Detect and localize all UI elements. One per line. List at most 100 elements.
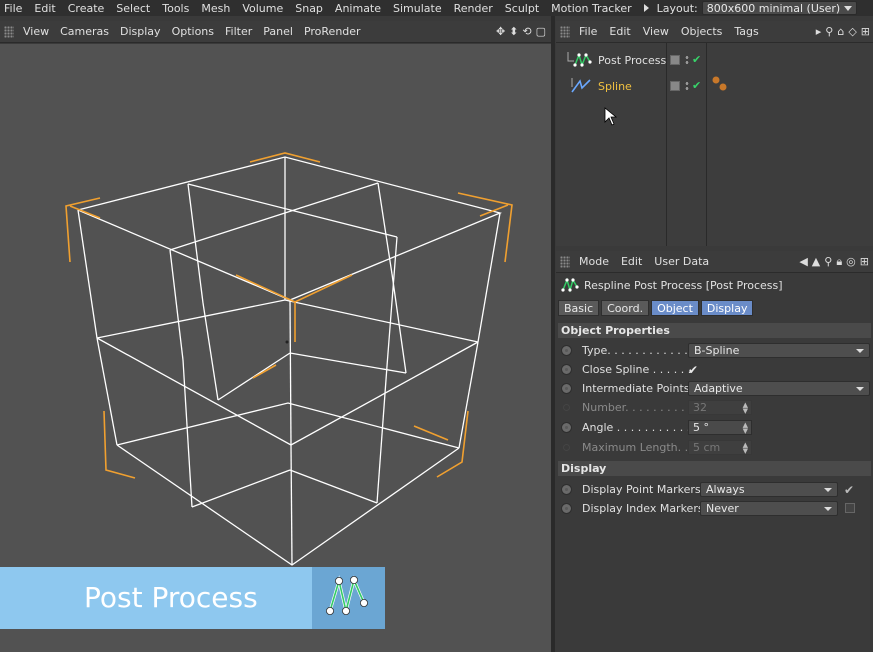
menu-file[interactable]: File (0, 2, 30, 15)
panel-grip-icon[interactable] (560, 25, 570, 38)
menu-mesh[interactable]: Mesh (197, 2, 238, 15)
om-menu-file[interactable]: File (574, 25, 604, 38)
layout-label: Layout: (656, 1, 698, 15)
menu-render[interactable]: Render (450, 2, 501, 15)
menu-select[interactable]: Select (112, 2, 158, 15)
spinner-icon[interactable]: ▲ ▼ (743, 422, 748, 435)
up-arrow-icon[interactable]: ▲ (812, 255, 820, 269)
viewport-menu-display[interactable]: Display (115, 25, 167, 38)
type-dropdown[interactable]: B-Spline (688, 343, 870, 358)
menu-edit[interactable]: Edit (30, 2, 63, 15)
field-value: 5 ° (693, 421, 709, 434)
index-markers-dropdown[interactable]: Never (700, 501, 838, 516)
field-value: 5 cm (693, 441, 721, 454)
menu-animate[interactable]: Animate (331, 2, 389, 15)
am-menu-user-data[interactable]: User Data (649, 255, 716, 268)
intermediate-points-dropdown[interactable]: Adaptive (688, 381, 870, 396)
prop-label: Close Spline . . . . . . (582, 363, 692, 376)
prop-label: Type. . . . . . . . . . . . . . (582, 344, 702, 357)
animation-radio[interactable] (561, 383, 572, 394)
tag-spheres-icon[interactable] (710, 74, 730, 94)
panel-grip-icon[interactable] (4, 25, 14, 38)
spline-banner-icon (312, 567, 385, 629)
enabled-check-icon[interactable]: ✔ (692, 79, 701, 92)
am-menu-edit[interactable]: Edit (616, 255, 649, 268)
tab-basic[interactable]: Basic (558, 300, 600, 316)
om-menu-objects[interactable]: Objects (676, 25, 730, 38)
toggle-view-icon[interactable]: ▢ (536, 25, 546, 38)
banner-title: Post Process (84, 581, 258, 614)
angle-field[interactable]: 5 ° ▲ ▼ (688, 420, 752, 435)
prop-label: Number. . . . . . . . . . (582, 401, 692, 414)
dropdown-value: Never (706, 502, 739, 515)
prop-label: Maximum Length. . . (582, 441, 696, 454)
menu-volume[interactable]: Volume (238, 2, 291, 15)
home-icon[interactable]: ⌂ (837, 25, 844, 38)
viewport-menu-options[interactable]: Options (167, 25, 220, 38)
animation-radio[interactable] (561, 484, 572, 495)
viewport-menu-prorender[interactable]: ProRender (299, 25, 367, 38)
viewport-menu-cameras[interactable]: Cameras (55, 25, 115, 38)
viewport-menu-view[interactable]: View (18, 25, 55, 38)
nav-arrows-icon[interactable]: ◇ (848, 25, 856, 38)
tab-object[interactable]: Object (651, 300, 699, 316)
layout-select[interactable]: 800x600 minimal (User) (701, 1, 857, 15)
render-editor-dots-icon[interactable] (685, 81, 689, 91)
animation-radio[interactable] (561, 422, 572, 433)
menu-simulate[interactable]: Simulate (389, 2, 450, 15)
om-menu-tags[interactable]: Tags (729, 25, 765, 38)
tab-display[interactable]: Display (700, 300, 754, 316)
prop-label: Display Index Markers (582, 502, 704, 515)
menu-motion-tracker[interactable]: Motion Tracker (547, 2, 639, 15)
object-row-post-process[interactable]: Post Process ✔ (556, 47, 873, 73)
lock-icon[interactable]: 🔒︎ (836, 255, 842, 269)
menu-overflow-arrow-icon[interactable] (643, 4, 649, 12)
chevron-down-icon (843, 6, 852, 11)
viewport-menu-panel[interactable]: Panel (258, 25, 299, 38)
point-markers-checkbox[interactable]: ✔ (844, 483, 854, 497)
3d-viewport[interactable]: Post Process (0, 44, 551, 652)
menu-tools[interactable]: Tools (158, 2, 197, 15)
om-menu-edit[interactable]: Edit (604, 25, 637, 38)
animation-radio[interactable] (561, 345, 572, 356)
point-markers-dropdown[interactable]: Always (700, 482, 838, 497)
chevron-down-icon (824, 507, 832, 511)
panel-grip-icon[interactable] (560, 255, 570, 268)
layout-select-value: 800x600 minimal (User) (706, 1, 841, 15)
object-manager-menu: File Edit View Objects Tags ▸ ⚲ ⌂ ◇ ⊞ (556, 21, 873, 43)
menu-snap[interactable]: Snap (291, 2, 331, 15)
am-menu-mode[interactable]: Mode (574, 255, 616, 268)
back-arrow-icon[interactable]: ◀ (799, 255, 807, 269)
menu-sculpt[interactable]: Sculpt (501, 2, 547, 15)
close-spline-checkbox[interactable]: ✔ (688, 363, 698, 377)
spline-object-icon (571, 78, 591, 93)
panel-splitter[interactable] (551, 16, 555, 652)
animation-radio[interactable] (561, 364, 572, 375)
animation-radio[interactable] (561, 503, 572, 514)
object-row-spline[interactable]: Spline ✔ (556, 73, 873, 99)
search-icon[interactable]: ⚲ (825, 25, 833, 38)
render-editor-dots-icon[interactable] (685, 55, 689, 65)
section-display: Display (558, 461, 871, 476)
rotate-view-icon[interactable]: ⟲ (522, 25, 531, 38)
index-markers-checkbox[interactable] (845, 503, 855, 513)
tab-coord[interactable]: Coord. (601, 300, 650, 316)
prop-display-index-markers: Display Index Markers Never (558, 499, 871, 518)
menu-create[interactable]: Create (64, 2, 113, 15)
new-window-icon[interactable]: ⊞ (861, 25, 870, 38)
viewport-menu-filter[interactable]: Filter (220, 25, 258, 38)
new-window-icon[interactable]: ⊞ (860, 255, 869, 269)
om-menu-view[interactable]: View (638, 25, 676, 38)
search-icon[interactable]: ⚲ (824, 255, 832, 269)
move-view-icon[interactable]: ✥ (496, 25, 505, 38)
target-icon[interactable]: ◎ (846, 255, 856, 269)
layer-visibility-icon[interactable] (670, 81, 680, 91)
chevron-down-icon (824, 488, 832, 492)
overlay-banner: Post Process (0, 567, 385, 629)
attribute-manager-menu: Mode Edit User Data ◀ ▲ ⚲ 🔒︎ ◎ ⊞ (556, 251, 873, 273)
enabled-check-icon[interactable]: ✔ (692, 53, 701, 66)
maximum-length-field: 5 cm ▲ ▼ (688, 440, 752, 455)
zoom-view-icon[interactable]: ⬍ (509, 25, 518, 38)
overflow-arrow-icon[interactable]: ▸ (816, 25, 822, 38)
layer-visibility-icon[interactable] (670, 55, 680, 65)
